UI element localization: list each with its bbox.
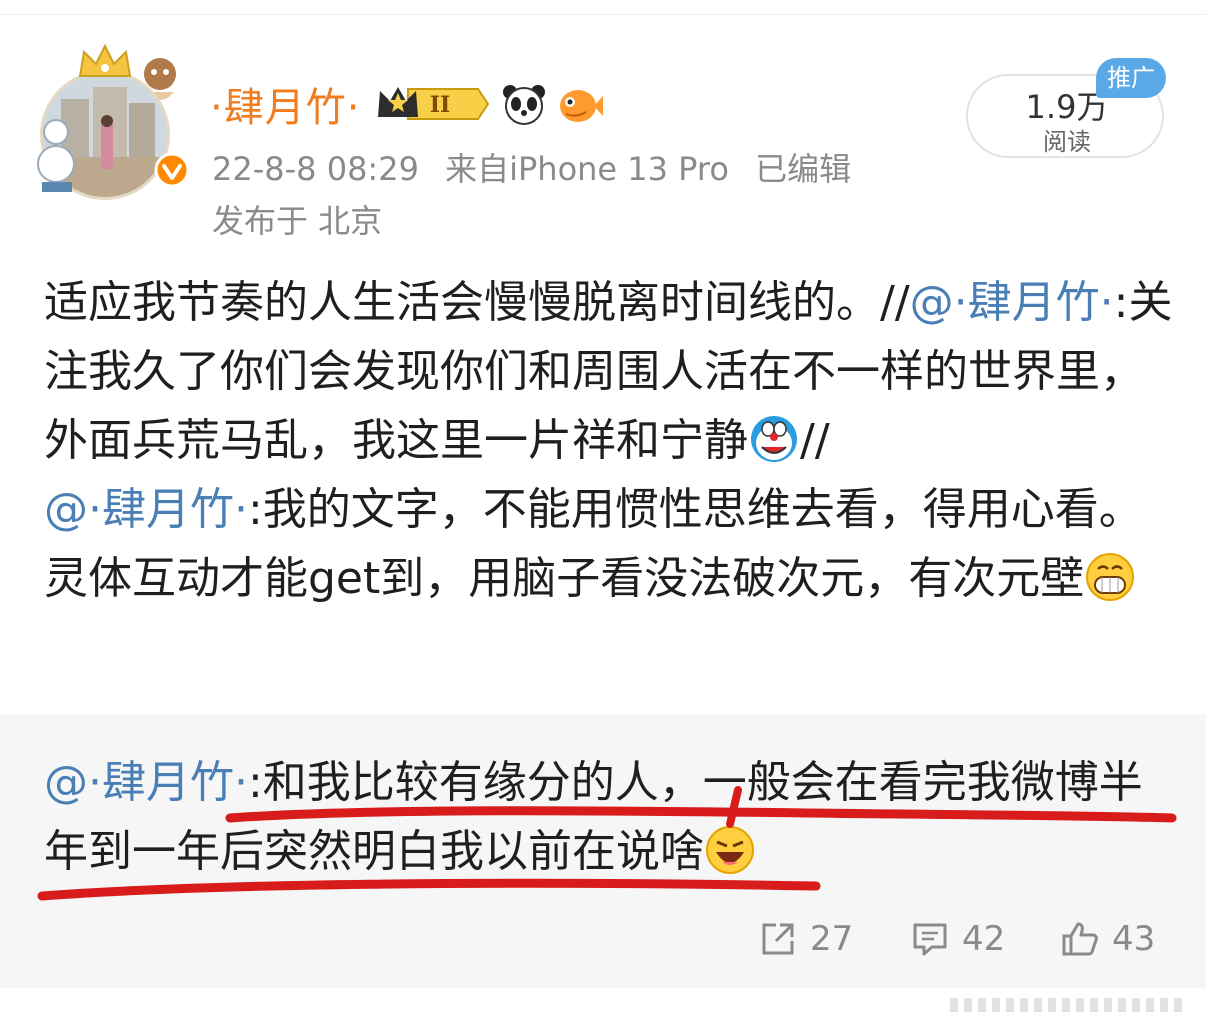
action-bar: 27 42 43 xyxy=(0,914,1206,964)
grin-emoji-icon xyxy=(1086,553,1135,601)
post-location: 发布于 北京 xyxy=(212,202,383,240)
post-source[interactable]: 来自iPhone 13 Pro xyxy=(445,150,729,188)
post-meta: 22-8-8 08:29 来自iPhone 13 Pro 已编辑 xyxy=(212,144,867,190)
comment-button[interactable]: 42 xyxy=(910,914,1005,964)
vip-crown-badge-icon[interactable]: II xyxy=(374,81,492,127)
retweet-text: @·肆月竹·:和我比较有缘分的人，一般会在看完我微博半年到一年后突然明白我以前在… xyxy=(44,748,1174,886)
laugh-emoji-icon xyxy=(706,826,754,874)
weibo-post-page: ·肆月竹· II 22-8-8 08:29 来自iPhone 13 Pro 已编… xyxy=(0,0,1206,1027)
vip-level-text: II xyxy=(430,92,451,118)
comment-icon xyxy=(913,923,947,956)
like-count: 43 xyxy=(1112,919,1156,959)
comment-count: 42 xyxy=(962,919,1006,959)
mention-link[interactable]: @·肆月竹· xyxy=(910,277,1114,328)
ad-badge[interactable]: 推广 xyxy=(1096,58,1166,98)
edited-label[interactable]: 已编辑 xyxy=(755,150,851,188)
post-text-part1: 适应我节奏的人生活会慢慢脱离时间线的。// xyxy=(44,277,910,328)
crown-icon xyxy=(78,43,132,77)
share-icon xyxy=(762,923,794,955)
repost-button[interactable]: 27 xyxy=(758,914,853,964)
post-timestamp: 22-8-8 08:29 xyxy=(212,150,419,188)
name-row: ·肆月竹· II xyxy=(210,76,604,132)
doraemon-emoji-icon xyxy=(751,416,797,462)
repost-count: 27 xyxy=(810,919,854,959)
read-label: 阅读 xyxy=(1043,128,1091,156)
username-link[interactable]: ·肆月竹· xyxy=(210,75,360,133)
watermark-dots-icon xyxy=(950,998,1182,1012)
thumbs-up-icon xyxy=(1062,922,1098,956)
retweet-block[interactable]: @·肆月竹·:和我比较有缘分的人，一般会在看完我微博半年到一年后突然明白我以前在… xyxy=(0,714,1206,988)
fish-icon[interactable] xyxy=(556,80,604,128)
divider xyxy=(0,14,1206,15)
snowman-icon xyxy=(37,119,75,192)
mention-link[interactable]: @·肆月竹· xyxy=(44,484,248,535)
post-body: 适应我节奏的人生活会慢慢脱离时间线的。//@·肆月竹·:关注我久了你们会发现你们… xyxy=(44,268,1174,613)
separator: // xyxy=(800,415,830,466)
panda-icon[interactable] xyxy=(500,80,548,128)
mention-link[interactable]: @·肆月竹· xyxy=(44,757,248,808)
verified-badge-icon xyxy=(154,152,190,188)
avatar-frame[interactable] xyxy=(36,42,190,200)
like-button[interactable]: 43 xyxy=(1060,914,1155,964)
